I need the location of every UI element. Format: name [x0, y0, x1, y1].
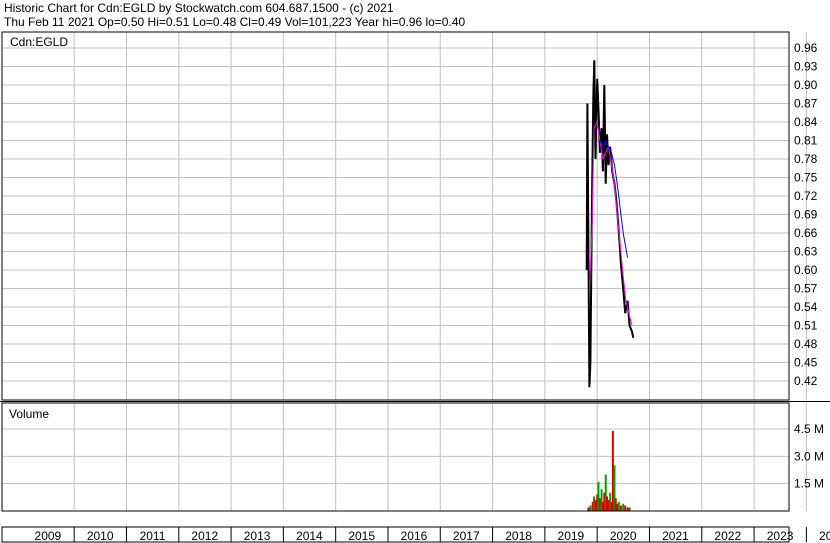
- year-label: 2017: [453, 529, 480, 543]
- volume-bars: [587, 430, 631, 511]
- volume-grid: [2, 403, 807, 511]
- year-label: 2010: [87, 529, 114, 543]
- year-label: 2015: [348, 529, 375, 543]
- price-tick-label: 0.75: [794, 171, 818, 185]
- year-label: 2019: [558, 529, 585, 543]
- price-panel-frame: [1, 31, 790, 401]
- price-panel-title: Cdn:EGLD: [10, 35, 68, 49]
- price-tick-label: 0.93: [794, 60, 818, 74]
- price-tick-label: 0.78: [794, 152, 818, 166]
- year-label: 2021: [662, 529, 689, 543]
- year-label: 2011: [140, 529, 166, 543]
- year-label: 2022: [714, 529, 741, 543]
- price-tick-label: 0.45: [794, 356, 818, 370]
- price-tick-label: 0.72: [794, 189, 818, 203]
- year-label: 2024: [819, 529, 830, 543]
- price-tick-label: 0.60: [794, 263, 818, 277]
- year-label: 2016: [401, 529, 428, 543]
- price-tick-label: 0.69: [794, 208, 818, 222]
- price-tick-label: 0.87: [794, 97, 818, 111]
- year-label: 2009: [35, 529, 62, 543]
- volume-tick-label: 3.0 M: [794, 449, 824, 463]
- price-series: [585, 60, 635, 388]
- year-label: 2012: [191, 529, 218, 543]
- price-tick-label: 0.90: [794, 78, 818, 92]
- price-tick-label: 0.66: [794, 226, 818, 240]
- volume-tick-label: 4.5 M: [794, 422, 824, 436]
- volume-tick-label: 1.5 M: [794, 477, 824, 491]
- year-label: 2020: [610, 529, 637, 543]
- volume-panel-title: Volume: [9, 407, 49, 421]
- price-tick-label: 0.63: [794, 245, 818, 259]
- year-label: 2018: [505, 529, 532, 543]
- price-grid: [2, 32, 807, 400]
- price-tick-label: 0.48: [794, 337, 818, 351]
- price-tick-label: 0.42: [794, 374, 818, 388]
- year-label: 2013: [244, 529, 271, 543]
- price-tick-label: 0.57: [794, 282, 818, 296]
- chart-canvas: 2009 2010 2011 2012 2013 2014 2015 2016 2017 2018…: [0, 31, 830, 543]
- year-label: 2014: [296, 529, 323, 543]
- price-tick-label: 0.54: [794, 300, 818, 314]
- year-label: 2023: [767, 529, 794, 543]
- price-tick-label: 0.96: [794, 41, 818, 55]
- price-tick-label: 0.81: [794, 134, 818, 148]
- price-line: [585, 60, 635, 388]
- stockwatch-chart: Historic Chart for Cdn:EGLD by Stockwatc…: [0, 0, 830, 543]
- price-tick-label: 0.51: [794, 319, 818, 333]
- volume-panel-frame: [1, 402, 790, 512]
- price-tick-label: 0.84: [794, 115, 818, 129]
- axes: 2009 2010 2011 2012 2013 2014 2015 2016 2017 2018…: [0, 31, 830, 543]
